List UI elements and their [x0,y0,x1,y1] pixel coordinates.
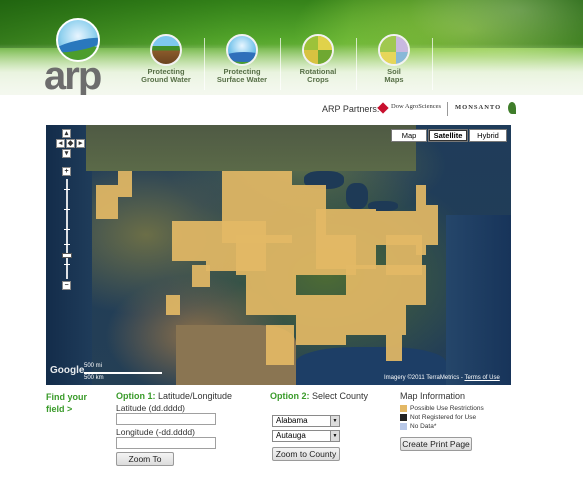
map-type-map[interactable]: Map [391,129,427,142]
pan-reset-icon[interactable]: ◆ [66,139,75,148]
map-attribution: Imagery ©2011 TerraMetrics - Terms of Us… [384,375,500,381]
nav-label: Ground Water [141,75,191,84]
pan-right-icon[interactable]: ▸ [76,139,85,148]
state-value: Alabama [276,416,308,425]
scale-km: 500 km [84,375,104,381]
restriction-area [316,209,376,269]
map-type-satellite[interactable]: Satellite [428,129,468,142]
county-value: Autauga [276,431,306,440]
pan-left-icon[interactable]: ◂ [56,139,65,148]
state-select[interactable]: Alabama ▼ [272,415,340,427]
dow-agrosciences-logo[interactable]: Dow AgroSciences [377,102,444,115]
zoom-control: ▴ ◂ ◆ ▸ ▾ + − [56,129,85,290]
option2-heading: Option 2: Select County [270,391,369,401]
scale-miles: 500 mi [84,363,103,369]
partners-label: ARP Partners: [322,104,380,114]
zoom-to-county-button[interactable]: Zoom to County [272,447,340,461]
chevron-down-icon: ▼ [330,431,339,441]
partners-bar: ARP Partners: Dow AgroSciences MONSANTO [0,95,583,123]
logo-text: arp [44,54,102,95]
nav-ground-water[interactable]: Protecting Ground Water [128,34,205,90]
zoom-in-icon[interactable]: + [62,167,71,176]
map-information-heading: Map Information [400,391,466,401]
soil-maps-icon [378,34,410,66]
county-select[interactable]: Autauga ▼ [272,430,340,442]
restriction-area [192,265,210,287]
find-your-field: Find your field > [46,392,87,414]
surface-water-icon [226,34,258,66]
legend-possible: Possible Use Restrictions [400,405,484,414]
zoom-slider-thumb[interactable] [62,253,72,258]
ground-water-icon [150,34,182,66]
dow-text: Dow AgroSciences [391,103,442,110]
restriction-area [246,275,296,315]
great-lake [346,183,368,209]
monsanto-logo[interactable]: MONSANTO [455,104,501,111]
restriction-area [172,221,206,261]
arp-logo[interactable]: arp [44,18,114,95]
monsanto-leaf-icon [508,102,516,114]
nav-label: Surface Water [216,75,268,84]
restriction-area [386,335,402,361]
restriction-area [166,295,180,315]
chevron-down-icon: ▼ [330,416,339,426]
satellite-map[interactable]: ▴ ◂ ◆ ▸ ▾ + − Map Satellite Hybrid Googl… [46,125,511,385]
legend-swatch [400,423,407,430]
zoom-to-button[interactable]: Zoom To [116,452,174,466]
nav-rotational-crops[interactable]: Rotational Crops [280,34,357,90]
restriction-area [426,205,438,245]
atlantic-ocean [446,215,511,385]
imagery-credit: Imagery ©2011 TerraMetrics - [384,375,465,381]
google-logo[interactable]: Google [50,365,84,376]
restriction-area [118,171,132,197]
terms-of-use-link[interactable]: Terms of Use [464,375,499,381]
legend-no-data: No Data* [400,423,436,432]
nav-soil-maps[interactable]: Soil Maps [356,34,433,90]
pan-up-icon[interactable]: ▴ [62,129,71,138]
nav-label: Crops [307,75,329,84]
restriction-area [296,295,346,345]
dow-diamond-icon [377,102,389,114]
legend-not-registered: Not Registered for Use [400,414,476,423]
partner-divider [447,102,448,116]
create-print-page-button[interactable]: Create Print Page [400,437,472,451]
nav-surface-water[interactable]: Protecting Surface Water [204,34,281,90]
pan-down-icon[interactable]: ▾ [62,149,71,158]
rotational-crops-icon [302,34,334,66]
scale-bar: 500 mi 500 km [84,363,164,385]
zoom-out-icon[interactable]: − [62,281,71,290]
legend-swatch [400,405,407,412]
latitude-input[interactable] [116,413,216,425]
legend-swatch [400,414,407,421]
longitude-label: Longitude (-dd.dddd) [116,427,195,437]
longitude-input[interactable] [116,437,216,449]
map-type-hybrid[interactable]: Hybrid [469,129,507,142]
option1-heading: Option 1: Latitude/Longitude [116,391,233,401]
header-banner: arp Protecting Ground Water Protecting Sur… [0,0,583,95]
restriction-area [266,325,294,365]
restriction-area [416,185,426,255]
restriction-area [96,185,118,219]
latitude-label: Latitude (dd.dddd) [116,403,185,413]
canada-region [86,125,416,171]
restriction-area [346,305,406,335]
nav-label: Maps [384,75,404,84]
